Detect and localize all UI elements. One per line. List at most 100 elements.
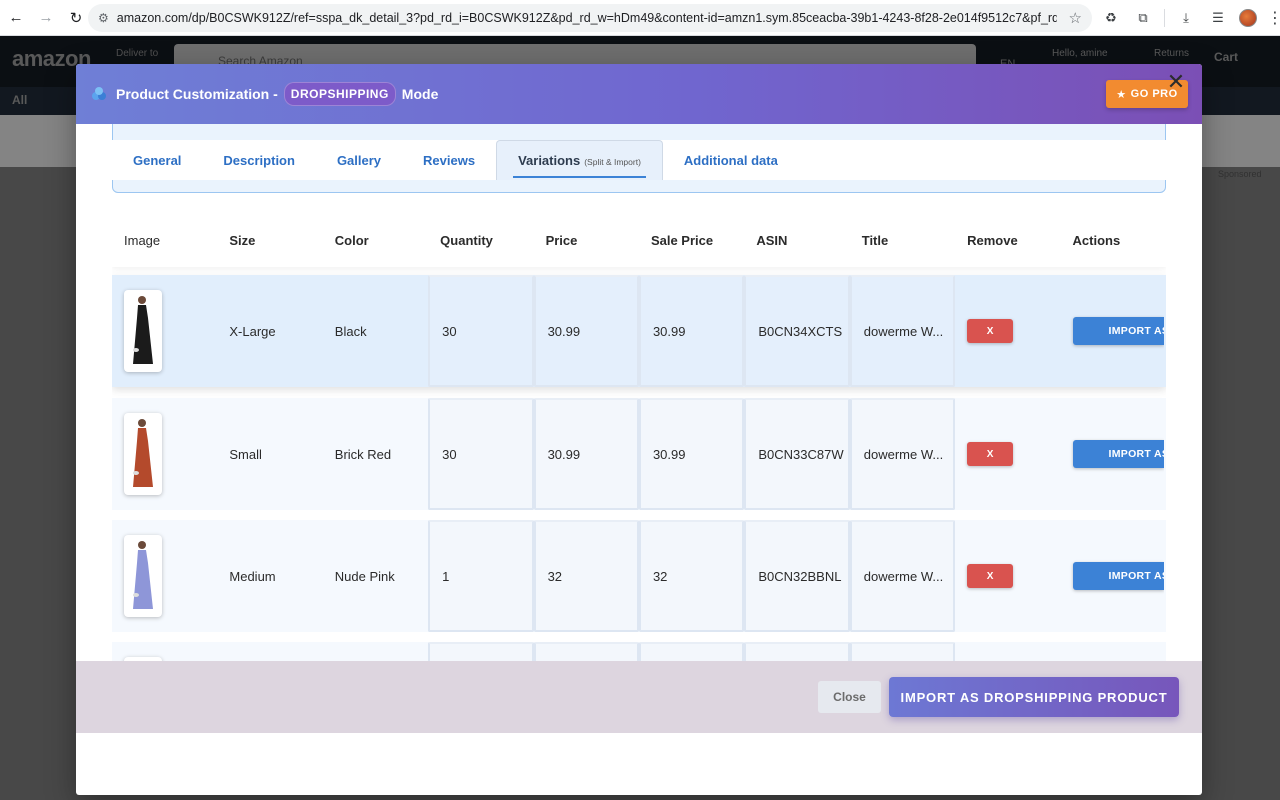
price-cell[interactable]: 30.99 xyxy=(533,275,639,387)
tab-gallery[interactable]: Gallery xyxy=(316,140,402,180)
import-as-button[interactable]: IMPORT AS xyxy=(1072,440,1164,468)
site-info-icon[interactable]: ⚙ xyxy=(98,11,109,25)
asin-cell[interactable] xyxy=(744,642,850,661)
image-cell xyxy=(112,520,217,632)
quantity-cell[interactable]: 30 xyxy=(428,275,534,387)
product-thumbnail[interactable] xyxy=(124,290,162,372)
table-row: Small Brick Red 30 30.99 30.99 B0CN33C87… xyxy=(112,398,1166,510)
size-cell: X-Large xyxy=(217,275,323,387)
size-cell xyxy=(217,642,322,661)
tab-description[interactable]: Description xyxy=(202,140,316,180)
color-cell: Black xyxy=(322,275,429,387)
tab-label: Variations xyxy=(518,153,581,168)
tab-reviews[interactable]: Reviews xyxy=(402,140,496,180)
actions-cell xyxy=(1061,642,1166,661)
close-icon[interactable]: ✕ xyxy=(1166,71,1186,93)
remove-cell xyxy=(955,642,1060,661)
remove-cell: X xyxy=(955,398,1060,510)
modal-title: Product Customization - DROPSHIPPING Mod… xyxy=(90,82,438,106)
tab-label: Description xyxy=(223,152,295,168)
product-thumbnail[interactable] xyxy=(124,535,162,617)
color-cell: Brick Red xyxy=(334,446,392,462)
remove-button[interactable]: X xyxy=(967,442,1014,466)
back-icon[interactable]: ← xyxy=(2,4,30,32)
table-row: X-Large Black 30 30.99 30.99 B0CN34XCTS … xyxy=(112,275,1166,387)
star-icon: ★ xyxy=(1116,88,1127,101)
close-button[interactable]: Close xyxy=(818,681,881,713)
title-cell[interactable] xyxy=(849,642,956,661)
actions-cell: IMPORT AS xyxy=(1061,520,1166,632)
dress-image xyxy=(133,296,153,364)
download-icon[interactable]: ⤓ xyxy=(1175,7,1197,29)
image-cell xyxy=(112,642,217,661)
modal-footer: Close IMPORT AS DROPSHIPPING PRODUCT xyxy=(76,661,1202,733)
forward-icon[interactable]: → xyxy=(32,4,60,32)
tab-additional-data[interactable]: Additional data xyxy=(663,140,799,180)
mode-badge: DROPSHIPPING xyxy=(283,82,396,106)
remove-cell: X xyxy=(955,520,1060,632)
tab-label: General xyxy=(133,152,182,168)
variations-table: Image Size Color Quantity Price Sale Pri… xyxy=(112,213,1166,661)
reload-icon[interactable]: ↻ xyxy=(62,4,90,32)
column-header: Color xyxy=(322,213,429,267)
toolbar-divider xyxy=(1164,9,1165,27)
modal-header: Product Customization - DROPSHIPPING Mod… xyxy=(76,64,1202,124)
address-url[interactable]: amazon.com/dp/B0CSWK912Z/ref=sspa_dk_det… xyxy=(117,11,1057,25)
recycle-extension-icon[interactable]: ♻ xyxy=(1100,7,1122,29)
remove-button[interactable]: X xyxy=(967,564,1014,588)
tab-label: Reviews xyxy=(423,152,476,168)
quantity-cell[interactable] xyxy=(428,642,534,661)
asin-cell[interactable]: B0CN33C87W xyxy=(744,398,850,510)
column-header: Title xyxy=(849,213,956,267)
sale-price-cell[interactable]: 32 xyxy=(638,520,745,632)
sale-price-cell[interactable]: 30.99 xyxy=(638,398,745,510)
asin-cell[interactable]: B0CN34XCTS xyxy=(744,275,850,387)
quantity-cell[interactable]: 1 xyxy=(428,520,534,632)
column-header: Sale Price xyxy=(638,213,745,267)
column-header: Price xyxy=(533,213,639,267)
actions-cell: IMPORT AS xyxy=(1061,398,1166,510)
product-customization-modal: Product Customization - DROPSHIPPING Mod… xyxy=(76,64,1202,795)
tab-bar: General Description Gallery Reviews Vari… xyxy=(112,140,1166,180)
active-tab-indicator xyxy=(513,176,646,178)
puzzle-extensions-icon[interactable]: ⧉ xyxy=(1132,7,1154,29)
tab-general[interactable]: General xyxy=(112,140,202,180)
price-cell[interactable]: 30.99 xyxy=(533,398,639,510)
title-cell[interactable]: dowerme W... xyxy=(849,398,956,510)
color-cell xyxy=(323,642,428,661)
address-bar[interactable]: ⚙ amazon.com/dp/B0CSWK912Z/ref=sspa_dk_d… xyxy=(88,4,1092,32)
import-as-button[interactable]: IMPORT AS xyxy=(1072,562,1164,590)
remove-cell: X xyxy=(955,275,1061,387)
media-playlist-icon[interactable]: ☰ xyxy=(1207,7,1229,29)
price-cell[interactable] xyxy=(533,642,639,661)
modal-title-prefix: Product Customization - xyxy=(116,86,278,102)
table-header-row: Image Size Color Quantity Price Sale Pri… xyxy=(112,213,1166,267)
price-cell[interactable]: 32 xyxy=(533,520,639,632)
product-thumbnail[interactable] xyxy=(124,413,162,495)
size-cell: Medium xyxy=(229,568,276,584)
size-cell: Small xyxy=(229,446,262,462)
profile-avatar[interactable] xyxy=(1239,9,1257,27)
asin-cell[interactable]: B0CN32BBNL xyxy=(744,520,850,632)
remove-button[interactable]: X xyxy=(967,319,1014,343)
column-header: Quantity xyxy=(428,213,534,267)
modal-body: General Description Gallery Reviews Vari… xyxy=(76,124,1202,661)
browser-toolbar: ← → ↻ ⚙ amazon.com/dp/B0CSWK912Z/ref=ssp… xyxy=(0,0,1280,36)
browser-menu-icon[interactable]: ⋮ xyxy=(1267,8,1280,28)
tab-sublabel: (Split & Import) xyxy=(584,156,641,167)
color-cell: Nude Pink xyxy=(334,568,395,584)
column-header: Size xyxy=(217,213,323,267)
title-cell[interactable]: dowerme W... xyxy=(849,275,956,387)
tab-label: Gallery xyxy=(336,152,382,168)
image-cell xyxy=(112,275,218,387)
import-dropshipping-product-button[interactable]: IMPORT AS DROPSHIPPING PRODUCT xyxy=(889,677,1179,717)
tab-variations[interactable]: Variations (Split & Import) xyxy=(496,140,663,180)
import-as-button[interactable]: IMPORT AS xyxy=(1072,317,1164,345)
table-row xyxy=(112,642,1166,661)
sale-price-cell[interactable]: 30.99 xyxy=(638,275,745,387)
title-cell[interactable]: dowerme W... xyxy=(849,520,956,632)
tab-label: Additional data xyxy=(683,152,778,168)
sale-price-cell[interactable] xyxy=(638,642,745,661)
quantity-cell[interactable]: 30 xyxy=(428,398,534,510)
bookmark-star-icon[interactable]: ☆ xyxy=(1069,9,1082,27)
